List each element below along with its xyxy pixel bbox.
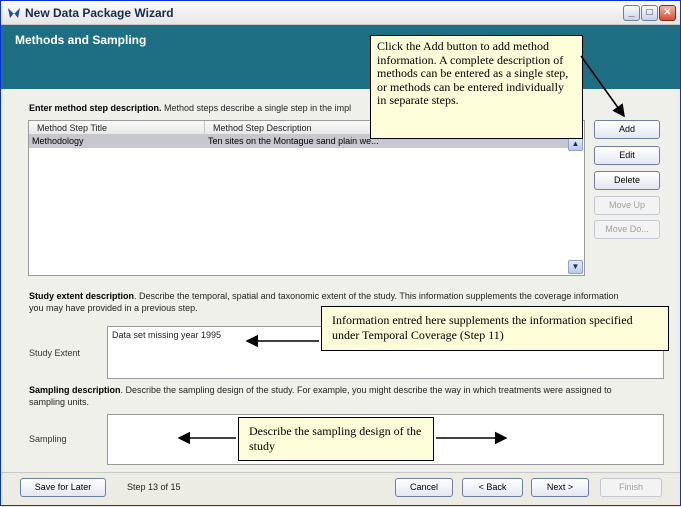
- close-button[interactable]: ✕: [659, 5, 676, 21]
- next-button[interactable]: Next >: [531, 478, 589, 497]
- step-indicator: Step 13 of 15: [127, 482, 181, 492]
- add-button-callout: Click the Add button to add method infor…: [370, 35, 583, 139]
- study-extent-description-line2: you may have provided in a previous step…: [29, 303, 198, 313]
- methods-description: Enter method step description. Method st…: [29, 103, 351, 113]
- save-for-later-button[interactable]: Save for Later: [20, 478, 106, 497]
- study-extent-label-rest: . Describe the temporal, spatial and tax…: [134, 291, 619, 301]
- title-bar: New Data Package Wizard _ □ ✕: [1, 1, 680, 25]
- back-button[interactable]: < Back: [462, 478, 523, 497]
- sampling-description-line2: sampling units.: [29, 397, 90, 407]
- window-title: New Data Package Wizard: [25, 6, 174, 20]
- sampling-field-label: Sampling: [29, 434, 67, 444]
- delete-button[interactable]: Delete: [594, 171, 660, 190]
- row-title-cell: Methodology: [32, 136, 84, 146]
- move-down-button[interactable]: Move Do...: [594, 220, 660, 239]
- wizard-window: New Data Package Wizard _ □ ✕ Methods an…: [0, 0, 681, 506]
- app-logo-icon: [8, 8, 20, 18]
- maximize-button[interactable]: □: [641, 5, 658, 21]
- minimize-icon: _: [628, 7, 635, 18]
- study-extent-field-label: Study Extent: [29, 348, 81, 358]
- study-extent-value: Data set missing year 1995: [112, 330, 222, 340]
- study-extent-callout: Information entred here supplements the …: [321, 306, 669, 351]
- row-description-cell: Ten sites on the Montague sand plain we.…: [208, 136, 379, 146]
- sampling-label-rest: . Describe the sampling design of the st…: [120, 385, 612, 395]
- sampling-label-bold: Sampling description: [29, 385, 121, 395]
- methods-label-rest: Method steps describe a single step in t…: [161, 103, 352, 113]
- sampling-callout: Describe the sampling design of the stud…: [238, 417, 434, 461]
- edit-button[interactable]: Edit: [594, 146, 660, 165]
- method-steps-table: Method Step Title Method Step Descriptio…: [28, 120, 585, 276]
- scroll-down-button[interactable]: ▼: [568, 260, 583, 274]
- minimize-button[interactable]: _: [623, 5, 640, 21]
- add-button[interactable]: Add: [594, 120, 660, 139]
- methods-label-bold: Enter method step description.: [29, 103, 162, 113]
- study-extent-label-bold: Study extent description: [29, 291, 135, 301]
- chevron-up-icon: ▲: [571, 139, 580, 148]
- column-header-title[interactable]: Method Step Title: [29, 121, 205, 135]
- finish-button[interactable]: Finish: [600, 478, 662, 497]
- page-title: Methods and Sampling: [15, 33, 147, 47]
- cancel-button[interactable]: Cancel: [395, 478, 453, 497]
- study-extent-description: Study extent description. Describe the t…: [29, 291, 618, 301]
- sampling-description: Sampling description. Describe the sampl…: [29, 385, 612, 395]
- close-icon: ✕: [663, 7, 672, 18]
- scroll-up-button[interactable]: ▲: [568, 137, 583, 151]
- chevron-down-icon: ▼: [571, 262, 580, 271]
- maximize-icon: □: [646, 7, 653, 18]
- move-up-button[interactable]: Move Up: [594, 196, 660, 215]
